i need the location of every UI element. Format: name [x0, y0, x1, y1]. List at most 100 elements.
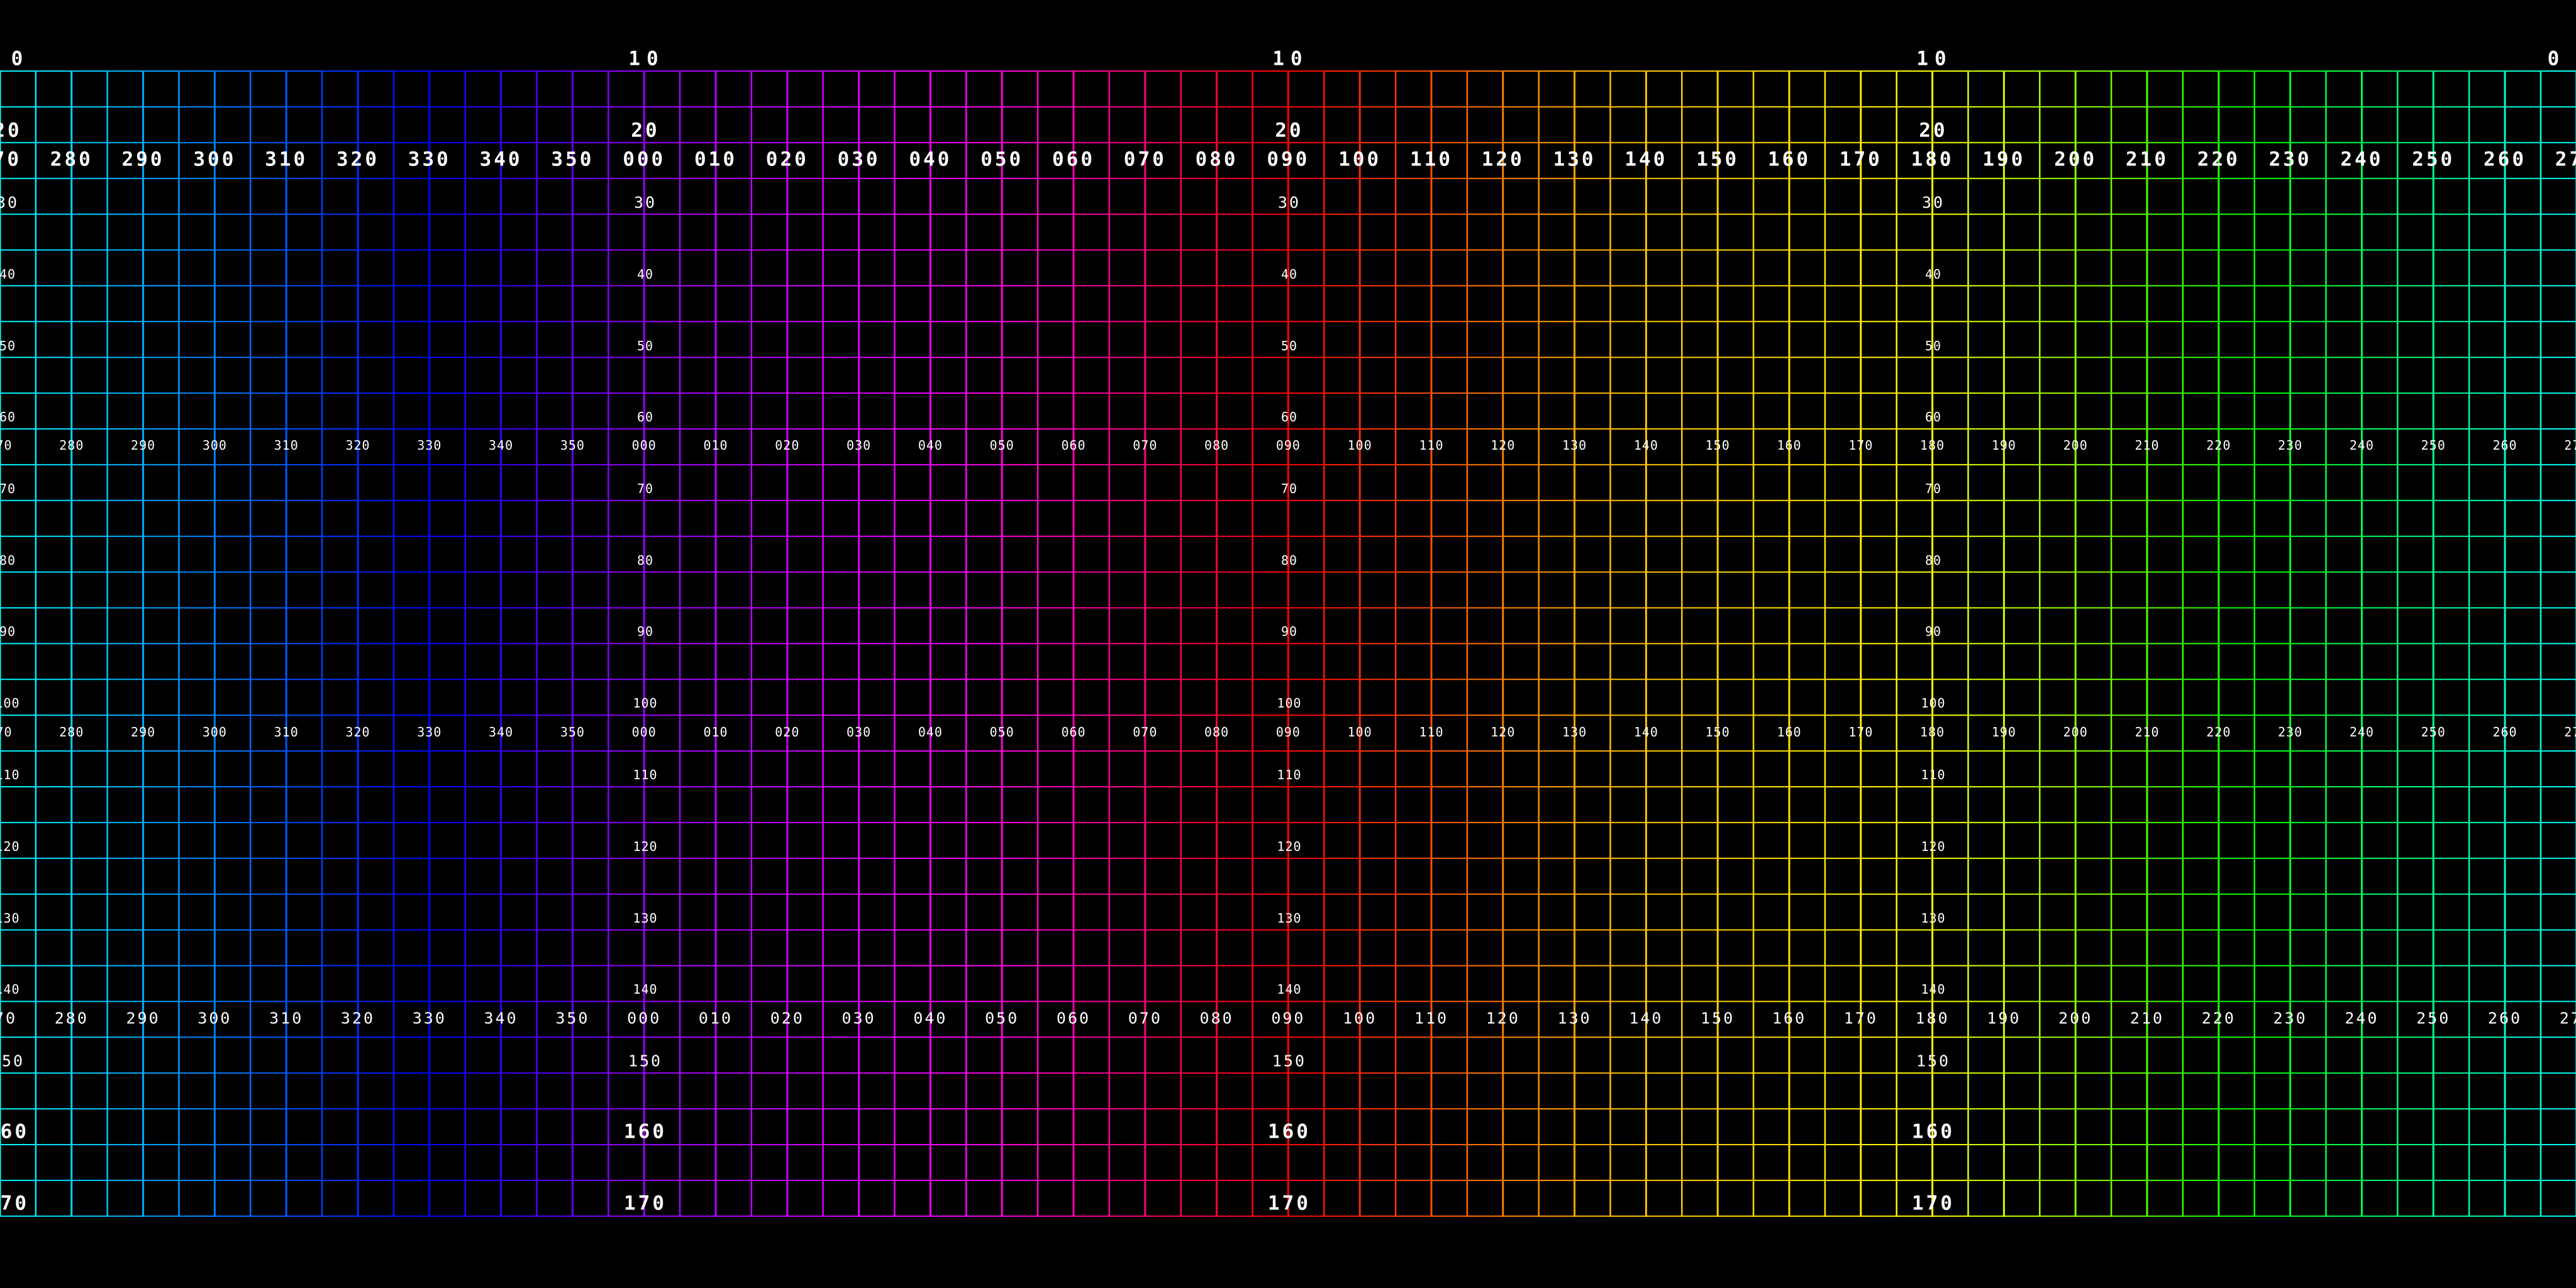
latitude-label: 30 [1921, 193, 1945, 212]
latitude-label: 20 [1275, 119, 1304, 142]
latitude-label: 140 [1921, 982, 1946, 997]
longitude-label-row4: 090 [1271, 1009, 1306, 1028]
latitude-label: 70 [1924, 481, 1942, 496]
latitude-label: 80 [1280, 553, 1298, 568]
longitude-label-row1: 350 [551, 148, 594, 171]
longitude-label-row4: 240 [2345, 1009, 2379, 1028]
latitude-label: 110 [1277, 767, 1302, 782]
longitude-label-row1: 090 [1267, 148, 1310, 171]
longitude-label-row2: 240 [2349, 438, 2374, 453]
longitude-label-row2: 130 [1562, 438, 1587, 453]
longitude-label-row1: 110 [1410, 148, 1453, 171]
latitude-label: 150 [1272, 1052, 1307, 1070]
longitude-label-row3: 010 [703, 724, 728, 740]
longitude-label-row4: 200 [2058, 1009, 2093, 1028]
longitude-label-row2: 220 [2206, 438, 2231, 453]
longitude-label-row3: 060 [1061, 724, 1086, 740]
longitude-label-row4: 330 [412, 1009, 447, 1028]
latitude-label-edge: 50 [0, 338, 16, 353]
latitude-label-edge: 150 [0, 1052, 25, 1070]
longitude-label-row3: 140 [1633, 724, 1658, 740]
longitude-label-row2: 300 [202, 438, 227, 453]
latitude-label: 90 [636, 624, 654, 639]
latitude-label-top: 10 [628, 47, 665, 70]
longitude-label-row4: 140 [1629, 1009, 1663, 1028]
longitude-label-row4: 340 [484, 1009, 518, 1028]
longitude-label-row1: 240 [2340, 148, 2384, 171]
longitude-label-row4: 020 [770, 1009, 804, 1028]
longitude-label-row4: 010 [698, 1009, 733, 1028]
latitude-label: 120 [633, 839, 658, 854]
longitude-label-row2: 010 [703, 438, 728, 453]
longitude-label-row2: 060 [1061, 438, 1086, 453]
latitude-label: 110 [633, 767, 658, 782]
longitude-label-row2: 040 [918, 438, 943, 453]
longitude-label-row3: 120 [1491, 724, 1516, 740]
longitude-label-row1: 250 [2412, 148, 2455, 171]
latitude-label-top-edge: 0 [2547, 47, 2566, 70]
longitude-label-row1: 180 [1911, 148, 1954, 171]
longitude-label-row4: 270 [0, 1009, 18, 1028]
longitude-label-row2: 230 [2278, 438, 2303, 453]
longitude-label-row2: 020 [775, 438, 800, 453]
longitude-label-row4: 290 [126, 1009, 160, 1028]
longitude-label-row3: 340 [489, 724, 514, 740]
latitude-label: 140 [1277, 982, 1302, 997]
longitude-label-row4: 170 [1843, 1009, 1878, 1028]
longitude-label-row2: 160 [1777, 438, 1802, 453]
longitude-label-row4: 270 [2559, 1009, 2576, 1028]
longitude-label-row1: 190 [1982, 148, 2026, 171]
longitude-label-row2: 120 [1491, 438, 1516, 453]
latitude-label: 130 [1277, 911, 1302, 926]
latitude-label: 120 [1921, 839, 1946, 854]
longitude-label-row3: 260 [2492, 724, 2518, 740]
longitude-label-row4: 180 [1915, 1009, 1950, 1028]
longitude-label-row4: 210 [2129, 1009, 2165, 1028]
longitude-label-row4: 190 [1987, 1009, 2021, 1028]
longitude-label-row2: 250 [2421, 438, 2446, 453]
latitude-label: 70 [636, 481, 654, 496]
latitude-label: 60 [636, 409, 654, 425]
longitude-label-row1: 120 [1481, 148, 1524, 171]
latitude-label: 100 [633, 696, 658, 711]
latitude-label: 60 [1280, 409, 1298, 425]
longitude-label-row1: 080 [1195, 148, 1238, 171]
latitude-label: 50 [1924, 338, 1942, 353]
longitude-label-row4: 030 [841, 1009, 876, 1028]
latitude-label-edge: 130 [0, 911, 20, 926]
longitude-label-row1: 270 [0, 148, 21, 171]
latitude-label: 160 [1912, 1120, 1955, 1143]
longitude-label-row2: 170 [1848, 438, 1874, 453]
longitude-label-row2: 290 [131, 438, 156, 453]
latitude-label: 170 [624, 1192, 667, 1215]
latitude-label: 40 [636, 267, 654, 282]
latitude-label: 60 [1924, 409, 1942, 425]
longitude-label-row4: 280 [54, 1009, 89, 1028]
latitude-label-top: 10 [1272, 47, 1309, 70]
longitude-label-row1: 220 [2197, 148, 2240, 171]
longitude-label-row4: 150 [1701, 1009, 1735, 1028]
latitude-label: 50 [636, 338, 654, 353]
longitude-label-row1: 280 [50, 148, 93, 171]
latitude-label: 100 [1277, 696, 1302, 711]
longitude-label-row4: 070 [1128, 1009, 1162, 1028]
longitude-label-row2: 080 [1204, 438, 1230, 453]
longitude-label-row4: 310 [269, 1009, 304, 1028]
longitude-label-row2: 270 [2564, 438, 2576, 453]
longitude-label-row3: 270 [2564, 724, 2576, 740]
longitude-label-row1: 130 [1553, 148, 1596, 171]
longitude-label-row1: 100 [1338, 148, 1382, 171]
longitude-label-row2: 310 [274, 438, 299, 453]
latitude-label: 150 [1916, 1052, 1951, 1070]
longitude-label-row3: 000 [631, 724, 657, 740]
latitude-label: 160 [624, 1120, 667, 1143]
longitude-label-row1: 200 [2054, 148, 2097, 171]
longitude-label-row3: 050 [989, 724, 1014, 740]
latitude-label: 50 [1280, 338, 1298, 353]
latitude-label: 160 [1268, 1120, 1311, 1143]
longitude-label-row4: 130 [1557, 1009, 1592, 1028]
longitude-label-row4: 260 [2487, 1009, 2523, 1028]
latitude-label-edge: 160 [0, 1120, 29, 1143]
longitude-label-row2: 260 [2492, 438, 2518, 453]
latitude-label-edge: 100 [0, 696, 20, 711]
